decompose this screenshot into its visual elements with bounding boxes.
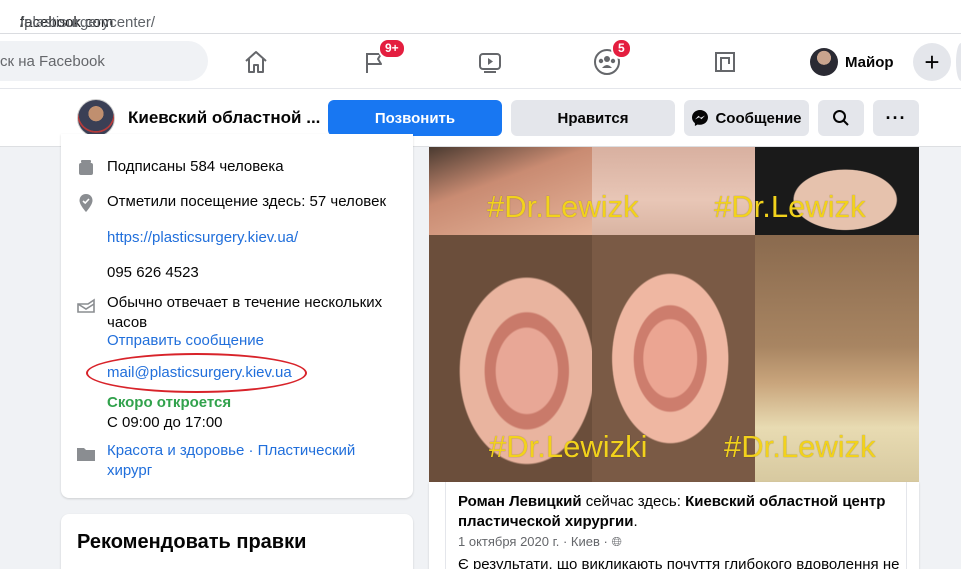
message-icon: [75, 297, 97, 319]
location-pin-icon: [75, 192, 97, 214]
watermark-text: #Dr.Lewizki: [489, 429, 648, 464]
gaming-icon[interactable]: [705, 42, 745, 82]
page-avatar[interactable]: [77, 99, 115, 137]
suggest-edits-title: Рекомендовать правки: [77, 531, 307, 553]
menu-button[interactable]: [956, 43, 961, 81]
post-photo-collage[interactable]: #Dr.Lewizk #Dr.Lewizk #Dr.Lewizki #Dr.Le…: [429, 147, 919, 482]
opening-hours[interactable]: С 09:00 до 17:00: [107, 413, 397, 433]
more-options-button[interactable]: ···: [873, 100, 919, 136]
email-highlight-oval: [86, 353, 307, 393]
messenger-icon: [692, 110, 709, 126]
groups-icon[interactable]: 5: [587, 38, 632, 82]
category-beauty-link[interactable]: Красота и здоровье: [107, 442, 244, 459]
post-meta: 1 октября 2020 г. · Киев · 🌐︎: [458, 534, 622, 550]
followers-icon: [75, 157, 97, 179]
globe-icon: 🌐︎: [611, 534, 622, 549]
like-button[interactable]: Нравится: [511, 100, 675, 136]
call-button[interactable]: Позвонить: [328, 100, 502, 136]
post-header: Роман Левицкий сейчас здесь: Киевский об…: [458, 493, 886, 530]
search-box[interactable]: [0, 41, 208, 81]
browser-url-bar[interactable]: facebook.com/plastisurgerycenter/: [0, 0, 961, 34]
category-folder-icon: [75, 443, 97, 465]
ellipsis-icon: ···: [885, 107, 907, 128]
search-icon: [833, 110, 849, 126]
profile-name: Майор: [845, 53, 894, 71]
top-navigation: 9+ 5 Майор +: [0, 34, 961, 89]
page-title[interactable]: Киевский областной ...: [128, 108, 320, 128]
post-text: Є результати, що викликають почуття глиб…: [458, 556, 900, 569]
open-status: Скоро откроется: [107, 394, 232, 411]
create-button[interactable]: +: [913, 43, 951, 81]
plus-icon: +: [924, 46, 940, 77]
watermark-text: #Dr.Lewizk: [724, 429, 876, 464]
send-message-link[interactable]: Отправить сообщение: [107, 331, 397, 351]
post-card: Роман Левицкий сейчас здесь: Киевский об…: [429, 482, 919, 569]
post-body: Роман Левицкий сейчас здесь: Киевский об…: [445, 482, 907, 569]
page-intro-card: Подписаны 584 человека Отметили посещени…: [61, 134, 413, 498]
post-date[interactable]: 1 октября 2020 г. · Киев ·: [458, 534, 611, 549]
pages-flag-icon[interactable]: 9+: [354, 38, 406, 82]
profile-chip[interactable]: Майор: [810, 46, 894, 78]
post-author[interactable]: Роман Левицкий: [458, 493, 582, 510]
phone-number: 095 626 4523: [107, 264, 199, 281]
suggest-edits-card: Рекомендовать правки: [61, 514, 413, 569]
website-link[interactable]: https://plasticsurgery.kiev.ua/: [107, 228, 397, 248]
watch-icon[interactable]: [470, 42, 510, 82]
message-button[interactable]: Сообщение: [684, 100, 809, 136]
watermark-text: #Dr.Lewizk: [487, 189, 639, 224]
watermark-text: #Dr.Lewizk: [714, 189, 866, 224]
page-search-button[interactable]: [818, 100, 864, 136]
home-icon[interactable]: [236, 42, 276, 82]
search-input[interactable]: [0, 41, 200, 81]
avatar: [810, 48, 838, 76]
groups-notification-badge: 5: [611, 38, 632, 59]
flag-notification-badge: 9+: [378, 38, 406, 59]
